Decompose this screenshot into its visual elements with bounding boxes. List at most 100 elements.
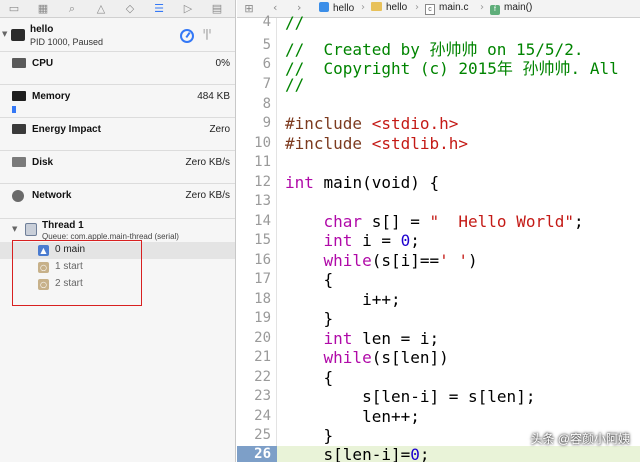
line-number: 19 — [254, 310, 271, 326]
breakpoint-icon[interactable]: ▷ — [178, 1, 198, 17]
memory-bar — [12, 106, 16, 113]
code-line-25: } — [285, 426, 334, 445]
search-icon[interactable]: ⌕ — [62, 1, 82, 17]
watermark: 头条 @容颜小阿姨 — [530, 432, 630, 446]
line-number: 18 — [254, 291, 271, 307]
disclosure-triangle-icon[interactable]: ▼ — [12, 225, 17, 233]
cpu-icon — [12, 58, 26, 68]
line-number: 12 — [254, 174, 271, 190]
code-line-16: while(s[i]==' ') — [323, 251, 478, 270]
thread-icon — [25, 223, 37, 236]
thread-name: Thread 1 — [42, 220, 84, 231]
folder-icon — [371, 2, 382, 11]
line-number: 16 — [254, 252, 271, 268]
frame-label: 1 start — [55, 261, 83, 272]
gauge-label: Memory — [32, 91, 71, 102]
line-number: 21 — [254, 349, 271, 365]
code-line-6: // Copyright (c) 2015年 孙帅帅. All — [285, 59, 619, 78]
line-number: 5 — [262, 37, 271, 53]
line-number: 7 — [262, 76, 271, 92]
breadcrumb-file[interactable]: c main.c — [425, 2, 468, 15]
code-line-22: { — [285, 368, 334, 387]
gauge-value: 484 KB — [197, 91, 230, 102]
code-area[interactable]: // // Created by 孙帅帅 on 15/5/2. // Copyr… — [277, 13, 640, 462]
code-line-24: len++; — [285, 407, 420, 426]
line-number-current: 26 — [254, 446, 271, 462]
code-line-26: s[len-i]=0; — [285, 445, 430, 462]
gauge-energy[interactable]: Energy Impact Zero — [0, 117, 235, 150]
line-number: 13 — [254, 193, 271, 209]
stack-frame-2[interactable]: ○ 2 start — [0, 276, 235, 293]
line-number: 17 — [254, 271, 271, 287]
line-number: 15 — [254, 232, 271, 248]
gauge-cpu[interactable]: CPU 0% — [0, 51, 235, 84]
line-number: 23 — [254, 388, 271, 404]
gauge-disk[interactable]: Disk Zero KB/s — [0, 150, 235, 183]
process-row[interactable]: ▼ hello PID 1000, Paused ᑊ|ᑊ — [0, 21, 235, 50]
line-number: 24 — [254, 408, 271, 424]
disclosure-triangle-icon[interactable]: ▼ — [2, 30, 7, 38]
code-line-23: s[len-i] = s[len]; — [285, 387, 536, 406]
c-file-icon: c — [425, 4, 435, 15]
process-status: PID 1000, Paused — [30, 37, 104, 47]
symbol-icon[interactable]: ▦ — [33, 1, 53, 17]
code-line-18: i++; — [285, 290, 401, 309]
debug-icon[interactable]: ☰ — [149, 1, 169, 17]
app-icon — [11, 29, 25, 41]
line-number: 9 — [262, 115, 271, 131]
line-number: 20 — [254, 330, 271, 346]
code-line-7: // — [285, 75, 305, 94]
code-line-4: // — [285, 13, 305, 32]
warning-icon[interactable]: △ — [91, 1, 111, 17]
function-icon: f — [490, 5, 500, 15]
stack-frame-0[interactable]: ▲ 0 main — [0, 242, 235, 259]
line-number-gutter[interactable]: 4 5 6 7 8 9 10 11 12 13 14 15 16 17 18 1… — [237, 14, 287, 462]
navigator-toolbar: ▭ ▦ ⌕ △ ◇ ☰ ▷ ▤ — [0, 0, 235, 18]
stack-frame-1[interactable]: ○ 1 start — [0, 259, 235, 276]
report-icon[interactable]: ▤ — [207, 1, 227, 17]
line-number: 10 — [254, 135, 271, 151]
system-frame-icon: ○ — [38, 262, 49, 273]
line-number: 4 — [262, 14, 271, 30]
code-line-19: } — [285, 309, 334, 328]
code-line-21: while(s[len]) — [323, 348, 449, 367]
gauge-label: Disk — [32, 157, 54, 168]
test-icon[interactable]: ◇ — [120, 1, 140, 17]
pause-icon[interactable]: ᑊ|ᑊ — [203, 27, 211, 40]
gauge-value: Zero KB/s — [185, 190, 230, 201]
gauge-icon[interactable] — [180, 29, 194, 43]
back-button[interactable]: ‹ — [273, 1, 277, 14]
code-line-20: int len = i; — [323, 329, 440, 348]
gauge-memory[interactable]: Memory 484 KB — [0, 84, 235, 117]
line-number: 14 — [254, 213, 271, 229]
line-number: 25 — [254, 427, 271, 443]
folder-icon[interactable]: ▭ — [4, 1, 24, 17]
code-line-17: { — [285, 270, 334, 289]
user-frame-icon: ▲ — [38, 245, 49, 256]
memory-icon — [12, 91, 26, 101]
breadcrumb-separator: › — [480, 2, 484, 13]
frame-label: 2 start — [55, 278, 83, 289]
gauge-label: CPU — [32, 58, 54, 69]
gauge-value: Zero KB/s — [185, 157, 230, 168]
frame-label: 0 main — [55, 244, 86, 255]
process-name: hello — [30, 24, 54, 35]
thread-row[interactable]: ▼ Thread 1 Queue: com.apple.main-thread … — [0, 218, 235, 242]
gauge-network[interactable]: Network Zero KB/s — [0, 183, 235, 216]
system-frame-icon: ○ — [38, 279, 49, 290]
breadcrumb-separator: › — [361, 2, 365, 13]
breadcrumb-folder[interactable]: hello — [371, 2, 407, 13]
thread-queue: Queue: com.apple.main-thread (serial) — [42, 232, 179, 241]
code-line-15: int i = 0; — [323, 231, 420, 250]
code-line-14: char s[] = " Hello World"; — [323, 212, 584, 231]
breadcrumb-separator: › — [415, 2, 419, 13]
code-line-9: #include <stdio.h> — [285, 114, 459, 133]
debug-navigator: ▭ ▦ ⌕ △ ◇ ☰ ▷ ▤ ▼ hello PID 1000, Paused… — [0, 0, 236, 462]
gauge-value: 0% — [215, 58, 230, 69]
line-number: 22 — [254, 369, 271, 385]
gauge-label: Network — [32, 190, 72, 201]
breadcrumb-project[interactable]: hello — [319, 2, 354, 14]
gauge-label: Energy Impact — [32, 124, 101, 135]
breadcrumb-function[interactable]: f main() — [490, 2, 532, 15]
line-number: 11 — [254, 154, 271, 170]
